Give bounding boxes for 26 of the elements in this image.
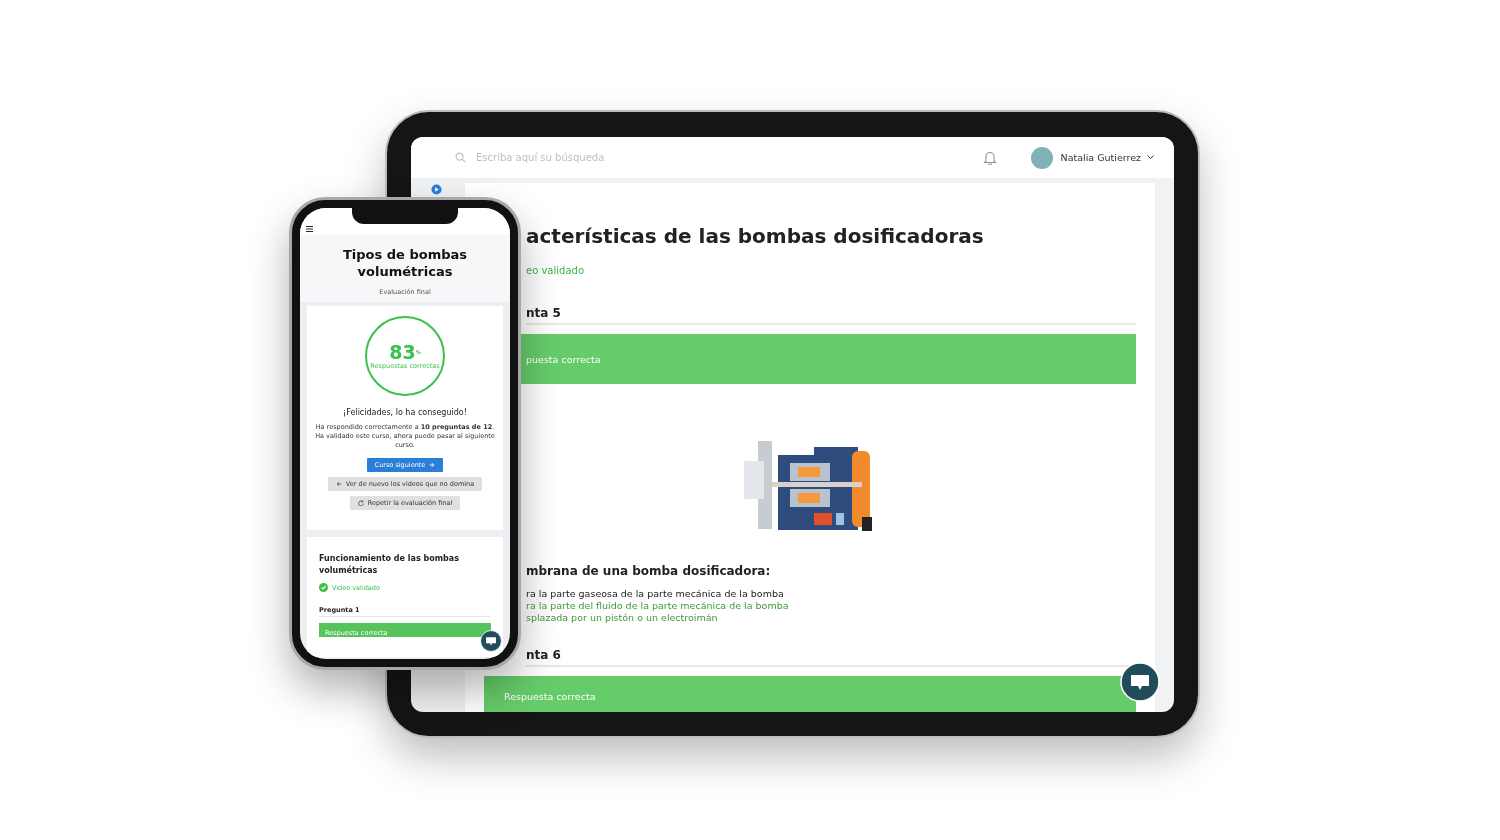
user-menu[interactable]: Natalia Gutierrez — [1060, 152, 1154, 163]
menu-icon[interactable] — [306, 226, 313, 232]
question-label: nta 6 — [526, 648, 1136, 667]
congrats-message: ¡Felicidades, lo ha conseguido! — [343, 408, 467, 417]
result-bar: Respuesta correcta — [484, 676, 1136, 712]
question-text: mbrana de una bomba dosificadora: — [526, 564, 772, 578]
chat-icon[interactable] — [1120, 662, 1160, 702]
lesson-title: Funcionamiento de las bombas volumétricas — [319, 553, 460, 577]
search-field[interactable]: Escriba aquí su búsqueda — [474, 151, 674, 164]
answer-option: ra la parte gaseosa de la parte mecánica de la bomba — [526, 588, 1136, 600]
video-status: eo validado — [526, 265, 585, 276]
score-value: 83$^{%}$ — [389, 342, 421, 362]
lesson-title: acterísticas de las bombas dosificadoras — [526, 223, 985, 249]
course-title: Tipos de bombas volumétricas — [341, 246, 469, 280]
refresh-icon — [357, 500, 364, 506]
check-circle-icon — [319, 583, 328, 592]
answer-option: splazada por un pistón o un electroimán — [526, 612, 1136, 624]
answer-option: ra la parte del fluido de la parte mecánica de la bomba — [526, 600, 1136, 612]
chevron-down-icon — [1147, 155, 1154, 160]
arrow-left-icon — [335, 481, 342, 487]
chat-icon[interactable] — [480, 630, 502, 652]
bell-icon[interactable] — [982, 150, 997, 165]
question-label: nta 5 — [526, 306, 1136, 325]
play-icon[interactable] — [431, 184, 442, 195]
search-icon — [455, 152, 466, 163]
arrow-right-icon — [429, 462, 436, 468]
